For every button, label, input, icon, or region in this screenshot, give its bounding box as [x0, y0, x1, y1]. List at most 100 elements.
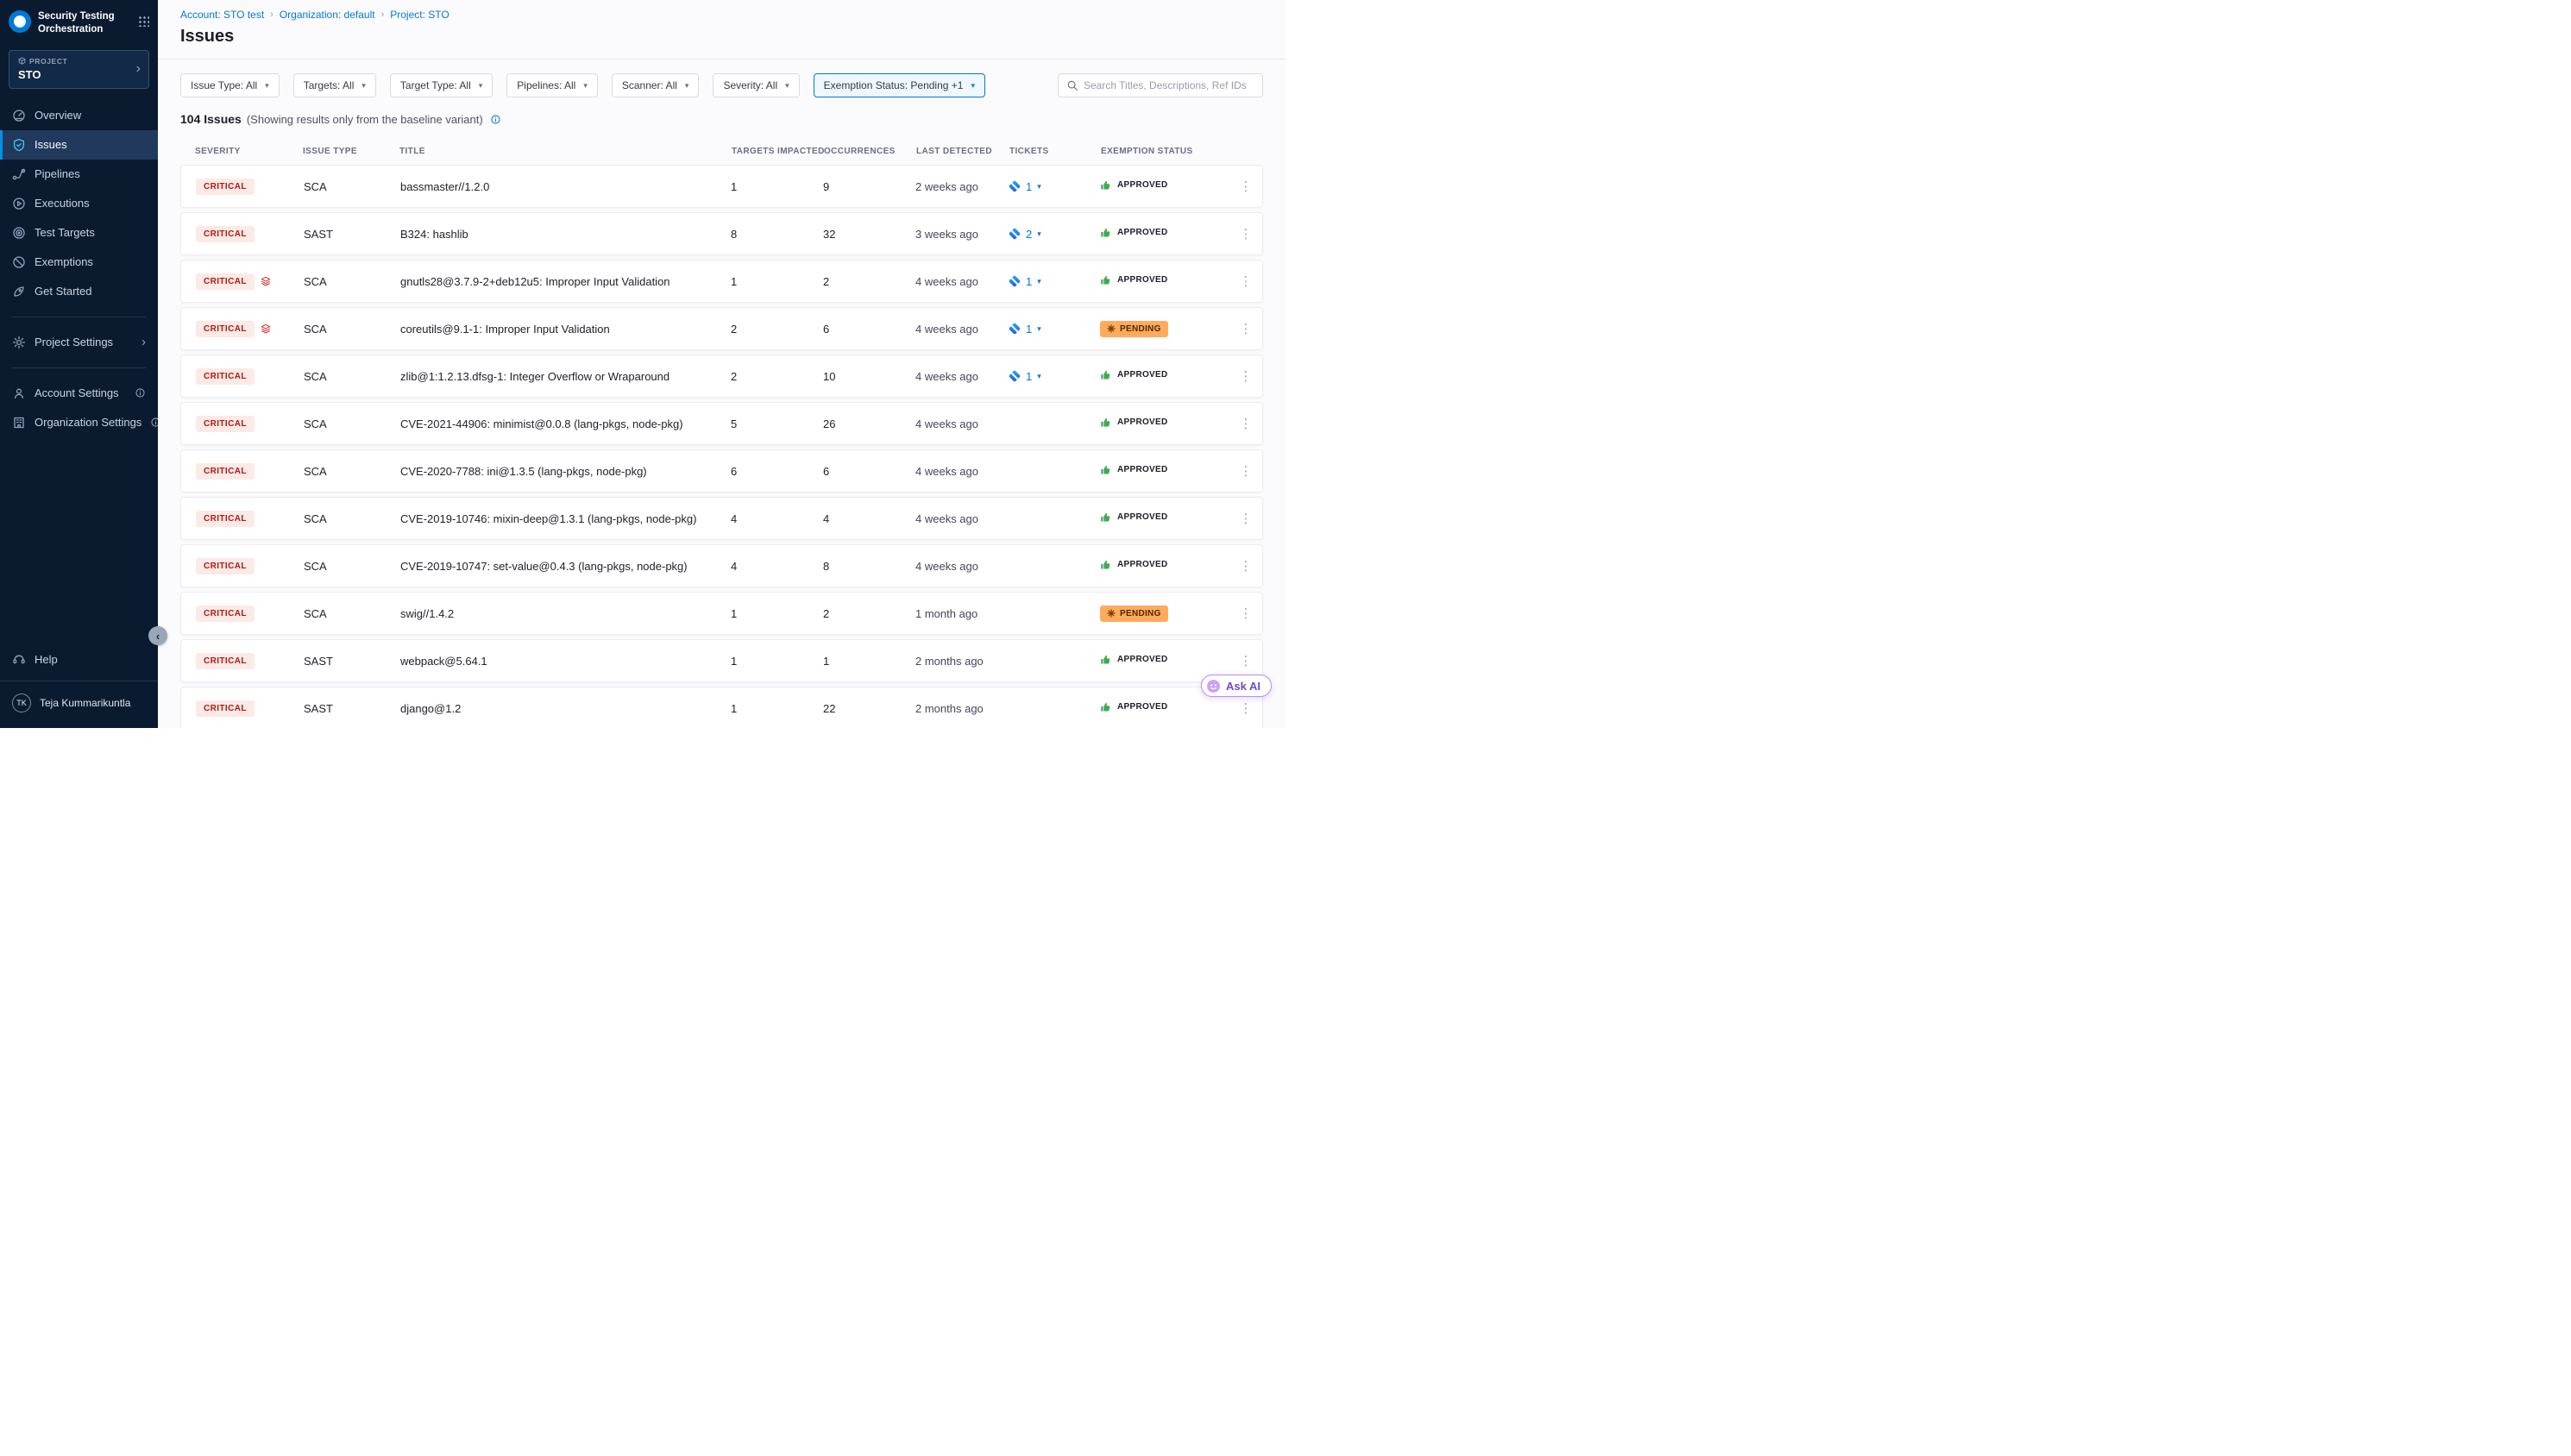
row-menu-button[interactable]: ⋮ [1240, 226, 1253, 242]
row-menu-button[interactable]: ⋮ [1240, 273, 1253, 289]
sidebar-item-pipelines[interactable]: Pipelines [0, 160, 158, 189]
filter-pipelines[interactable]: Pipelines: All ▾ [506, 73, 598, 97]
severity-cell: CRITICAL [196, 700, 304, 717]
issue-type-cell: SCA [304, 465, 400, 478]
row-menu-button[interactable]: ⋮ [1240, 179, 1253, 194]
row-menu-button[interactable]: ⋮ [1240, 321, 1253, 336]
chevron-down-icon[interactable]: ▾ [1037, 277, 1041, 286]
search-box[interactable] [1058, 73, 1263, 97]
tickets-cell[interactable]: 2▾ [1009, 228, 1100, 241]
last-detected-cell: 4 weeks ago [915, 323, 1009, 336]
occurrences-cell: 2 [823, 607, 915, 620]
help-button[interactable]: Help [0, 644, 158, 674]
table-row[interactable]: CRITICAL SAST webpack@5.64.1 1 1 2 month… [180, 639, 1263, 682]
row-menu-button[interactable]: ⋮ [1240, 463, 1253, 479]
table-row[interactable]: CRITICAL SCA gnutls28@3.7.9-2+deb12u5: I… [180, 260, 1263, 303]
table-row[interactable]: CRITICAL SCA coreutils@9.1-1: Improper I… [180, 307, 1263, 350]
sidebar-item-executions[interactable]: Executions [0, 189, 158, 218]
filter-scanner[interactable]: Scanner: All ▾ [612, 73, 700, 97]
chevron-down-icon[interactable]: ▾ [1037, 182, 1041, 191]
issue-title[interactable]: CVE-2020-7788: ini@1.3.5 (lang-pkgs, nod… [400, 465, 731, 478]
filter-severity[interactable]: Severity: All ▾ [713, 73, 799, 97]
sidebar-item-label: Project Settings [35, 336, 113, 348]
filter-targets[interactable]: Targets: All ▾ [293, 73, 376, 97]
table-row[interactable]: CRITICAL SCA bassmaster//1.2.0 1 9 2 wee… [180, 165, 1263, 208]
chevron-right-icon: › [141, 335, 146, 349]
sidebar-item-get-started[interactable]: Get Started [0, 277, 158, 306]
breadcrumb-link-account-sto-test[interactable]: Account: STO test [180, 9, 264, 21]
row-menu-button[interactable]: ⋮ [1240, 368, 1253, 384]
info-icon[interactable] [490, 114, 501, 125]
issues-table: CRITICAL SCA bassmaster//1.2.0 1 9 2 wee… [180, 165, 1263, 728]
harness-logo-icon[interactable] [9, 10, 31, 33]
sidebar-collapse-handle[interactable]: ‹ [148, 626, 167, 645]
issue-title[interactable]: CVE-2019-10747: set-value@0.4.3 (lang-pk… [400, 560, 731, 573]
filter-issue-type[interactable]: Issue Type: All ▾ [180, 73, 280, 97]
issue-type-cell: SCA [304, 560, 400, 573]
tickets-cell[interactable]: 1▾ [1009, 323, 1100, 336]
issue-title[interactable]: B324: hashlib [400, 228, 731, 241]
breadcrumb-link-organization-default[interactable]: Organization: default [280, 9, 375, 21]
issue-title[interactable]: webpack@5.64.1 [400, 655, 731, 668]
sidebar-item-label: Get Started [35, 285, 91, 298]
table-row[interactable]: CRITICAL SCA CVE-2020-7788: ini@1.3.5 (l… [180, 449, 1263, 493]
user-name: Teja Kummarikuntla [40, 697, 130, 709]
sidebar-item-issues[interactable]: Issues [0, 130, 158, 160]
severity-badge: CRITICAL [196, 416, 255, 432]
chevron-down-icon[interactable]: ▾ [1037, 324, 1041, 334]
filter-target-type[interactable]: Target Type: All ▾ [390, 73, 493, 97]
table-row[interactable]: CRITICAL SCA zlib@1:1.2.13.dfsg-1: Integ… [180, 355, 1263, 398]
issue-title[interactable]: coreutils@9.1-1: Improper Input Validati… [400, 323, 731, 336]
row-menu-button[interactable]: ⋮ [1240, 700, 1253, 716]
sidebar-item-label: Test Targets [35, 226, 95, 239]
table-row[interactable]: CRITICAL SAST django@1.2 1 22 2 months a… [180, 687, 1263, 728]
column-header-exemption-status: EXEMPTION STATUS [1101, 147, 1230, 156]
issue-count: 104 Issues [180, 112, 242, 126]
table-row[interactable]: CRITICAL SCA swig//1.4.2 1 2 1 month ago… [180, 592, 1263, 635]
breadcrumb-link-project-sto[interactable]: Project: STO [390, 9, 449, 21]
sidebar-item-account-settings[interactable]: Account Settings [0, 379, 158, 408]
table-row[interactable]: CRITICAL SCA CVE-2019-10746: mixin-deep@… [180, 497, 1263, 540]
tickets-cell[interactable]: 1▾ [1009, 370, 1100, 383]
issue-title[interactable]: gnutls28@3.7.9-2+deb12u5: Improper Input… [400, 275, 731, 288]
row-menu-button[interactable]: ⋮ [1240, 416, 1253, 431]
row-menu-button[interactable]: ⋮ [1240, 606, 1253, 621]
user-menu[interactable]: TK Teja Kummarikuntla [0, 687, 158, 719]
exemption-status-cell: APPROVED [1100, 417, 1229, 431]
issue-title[interactable]: django@1.2 [400, 702, 731, 715]
chevron-down-icon[interactable]: ▾ [1037, 229, 1041, 239]
exemption-status-cell: APPROVED [1100, 179, 1229, 194]
tickets-cell[interactable]: 1▾ [1009, 180, 1100, 193]
row-menu-button[interactable]: ⋮ [1240, 511, 1253, 526]
sidebar-item-overview[interactable]: Overview [0, 101, 158, 130]
issue-title[interactable]: swig//1.4.2 [400, 607, 731, 620]
project-selector[interactable]: PROJECT STO › [9, 50, 149, 89]
sidebar-item-test-targets[interactable]: Test Targets [0, 218, 158, 248]
table-row[interactable]: CRITICAL SCA CVE-2019-10747: set-value@0… [180, 544, 1263, 587]
issue-title[interactable]: zlib@1:1.2.13.dfsg-1: Integer Overflow o… [400, 370, 731, 383]
app-window: Security Testing Orchestration PROJECT S… [0, 0, 1286, 728]
sidebar-item-project-settings[interactable]: Project Settings › [0, 328, 158, 357]
sidebar-item-label: Exemptions [35, 255, 93, 268]
app-title: Security Testing Orchestration [38, 10, 121, 36]
ask-ai-button[interactable]: Ask AI [1201, 675, 1272, 697]
table-row[interactable]: CRITICAL SCA CVE-2021-44906: minimist@0.… [180, 402, 1263, 445]
sidebar-item-organization-settings[interactable]: Organization Settings [0, 408, 158, 437]
tickets-cell[interactable]: 1▾ [1009, 275, 1100, 288]
column-header-issue-type: ISSUE TYPE [303, 147, 399, 156]
targets-impacted-cell: 1 [731, 655, 823, 668]
chevron-down-icon[interactable]: ▾ [1037, 372, 1041, 381]
issue-title[interactable]: bassmaster//1.2.0 [400, 180, 731, 193]
search-input[interactable] [1084, 79, 1254, 91]
issue-title[interactable]: CVE-2021-44906: minimist@0.0.8 (lang-pkg… [400, 417, 731, 430]
table-header: SEVERITYISSUE TYPETITLETARGETS IMPACTEDO… [180, 147, 1263, 156]
row-menu-button[interactable]: ⋮ [1240, 653, 1253, 668]
sidebar-item-exemptions[interactable]: Exemptions [0, 248, 158, 277]
apps-grid-icon[interactable] [138, 16, 149, 27]
info-icon[interactable] [135, 387, 146, 399]
issue-title[interactable]: CVE-2019-10746: mixin-deep@1.3.1 (lang-p… [400, 512, 731, 525]
test-targets-icon [12, 226, 26, 240]
filter-exemption-status[interactable]: Exemption Status: Pending +1 ▾ [814, 73, 985, 97]
row-menu-button[interactable]: ⋮ [1240, 558, 1253, 574]
table-row[interactable]: CRITICAL SAST B324: hashlib 8 32 3 weeks… [180, 212, 1263, 255]
